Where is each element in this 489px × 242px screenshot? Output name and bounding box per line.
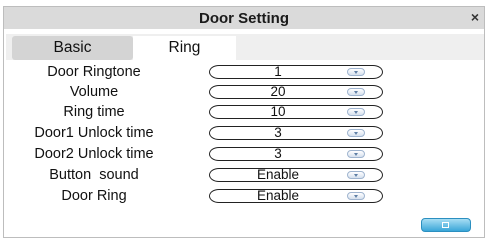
- chevron-down-icon[interactable]: [347, 150, 365, 158]
- setting-row-door1-unlock-time: Door1 Unlock time 3: [4, 124, 486, 143]
- setting-row-volume: Volume 20: [4, 83, 486, 102]
- door2-unlock-time-select[interactable]: 3: [209, 146, 383, 161]
- setting-row-door-ring: Door Ring Enable: [4, 187, 486, 206]
- select-value: 1: [274, 64, 282, 79]
- ring-time-select[interactable]: 10: [209, 104, 383, 119]
- select-value: 3: [274, 125, 282, 140]
- chevron-down-icon[interactable]: [347, 171, 365, 179]
- setting-label: Door2 Unlock time: [34, 146, 154, 162]
- save-icon: [442, 222, 449, 228]
- setting-row-button-sound: Button sound Enable: [4, 166, 486, 185]
- setting-label: Ring time: [63, 104, 125, 120]
- setting-label: Door1 Unlock time: [34, 125, 154, 141]
- setting-row-ring-time: Ring time 10: [4, 103, 486, 122]
- setting-row-door2-unlock-time: Door2 Unlock time 3: [4, 145, 486, 164]
- select-value: 3: [274, 146, 282, 161]
- tab-basic[interactable]: Basic: [12, 36, 133, 60]
- chevron-down-icon[interactable]: [347, 192, 365, 200]
- select-value: Enable: [256, 167, 300, 182]
- select-value: 10: [270, 104, 286, 119]
- setting-label: Door Ringtone: [47, 64, 141, 80]
- setting-row-door-ringtone: Door Ringtone 1: [4, 63, 486, 82]
- volume-select[interactable]: 20: [209, 84, 383, 99]
- setting-label: Button sound: [49, 167, 139, 183]
- door-ringtone-select[interactable]: 1: [209, 64, 383, 79]
- tab-strip: Basic Ring: [6, 34, 484, 60]
- dialog-title: Door Setting: [199, 10, 289, 27]
- select-value: 20: [270, 84, 286, 99]
- save-button[interactable]: [421, 218, 471, 232]
- chevron-down-icon[interactable]: [347, 129, 365, 137]
- title-bar: Door Setting ×: [4, 7, 484, 29]
- chevron-down-icon[interactable]: [347, 68, 365, 76]
- tab-ring[interactable]: Ring: [133, 36, 236, 60]
- close-icon[interactable]: ×: [464, 6, 486, 28]
- door-ring-select[interactable]: Enable: [209, 188, 383, 203]
- door-setting-dialog: Door Setting × Basic Ring Door Ringtone …: [3, 6, 485, 238]
- button-sound-select[interactable]: Enable: [209, 167, 383, 182]
- chevron-down-icon[interactable]: [347, 108, 365, 116]
- setting-label: Door Ring: [61, 188, 127, 204]
- chevron-down-icon[interactable]: [347, 88, 365, 96]
- select-value: Enable: [256, 188, 300, 203]
- door1-unlock-time-select[interactable]: 3: [209, 125, 383, 140]
- setting-label: Volume: [69, 84, 119, 100]
